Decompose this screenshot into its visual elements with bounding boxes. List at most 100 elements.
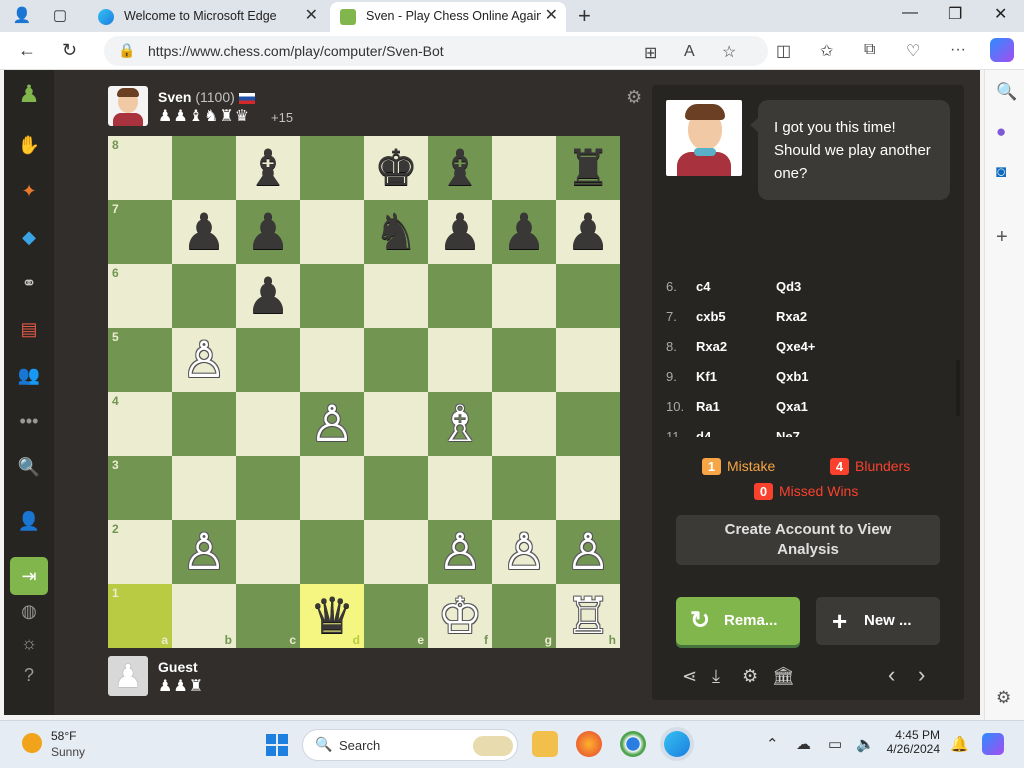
square-e7[interactable]: ♞ xyxy=(364,200,428,264)
social-icon[interactable]: 👥 xyxy=(16,362,42,388)
new-game-button[interactable]: + New ... xyxy=(816,597,940,645)
outlook-icon[interactable]: ◙ xyxy=(996,162,1006,182)
opponent-avatar[interactable] xyxy=(108,86,148,126)
apps-icon[interactable]: ⊞ xyxy=(644,43,657,63)
black-move[interactable]: Ne7 xyxy=(776,429,800,437)
collections-icon[interactable]: ⧉ xyxy=(864,41,875,59)
square-a4[interactable]: 4 xyxy=(108,392,172,456)
next-move-icon[interactable]: › xyxy=(918,662,925,688)
square-f3[interactable] xyxy=(428,456,492,520)
sign-up-icon[interactable]: 👤 xyxy=(16,508,42,534)
square-d4[interactable]: ♙ xyxy=(300,392,364,456)
tab-sven-chess[interactable]: Sven - Play Chess Online Against ✕ xyxy=(330,2,566,32)
file-explorer-icon[interactable] xyxy=(532,731,558,757)
white-piece[interactable]: ♔ xyxy=(428,584,492,648)
black-piece[interactable]: ♜ xyxy=(556,136,620,200)
black-piece[interactable]: ♟ xyxy=(172,200,236,264)
square-h1[interactable]: h ♖ xyxy=(556,584,620,648)
black-piece[interactable]: ♝ xyxy=(236,136,300,200)
white-move[interactable]: Ra1 xyxy=(696,399,720,414)
square-g3[interactable] xyxy=(492,456,556,520)
puzzles-icon[interactable]: ✦ xyxy=(16,178,42,204)
black-move[interactable]: Rxa2 xyxy=(776,309,807,324)
black-piece[interactable]: ♟ xyxy=(236,264,300,328)
more-options-icon[interactable]: ··· xyxy=(950,41,966,59)
refresh-icon[interactable]: ↻ xyxy=(62,40,77,61)
black-piece[interactable]: ♟ xyxy=(556,200,620,264)
white-piece[interactable]: ♙ xyxy=(172,328,236,392)
play-icon[interactable]: ✋ xyxy=(16,132,42,158)
back-arrow-icon[interactable]: ← xyxy=(18,40,36,61)
square-g5[interactable] xyxy=(492,328,556,392)
square-g4[interactable] xyxy=(492,392,556,456)
black-move[interactable]: Qxa1 xyxy=(776,399,808,414)
close-window-button[interactable]: ✕ xyxy=(994,4,1007,24)
square-f5[interactable] xyxy=(428,328,492,392)
address-bar[interactable]: 🔒 https://www.chess.com/play/computer/Sv… xyxy=(104,36,768,66)
share-icon[interactable]: ⋖ xyxy=(682,666,697,687)
url-text[interactable]: https://www.chess.com/play/computer/Sven… xyxy=(148,43,444,59)
favorites-icon[interactable]: ✩ xyxy=(820,41,833,61)
square-e1[interactable]: e xyxy=(364,584,428,648)
square-f7[interactable]: ♟ xyxy=(428,200,492,264)
black-move[interactable]: Qd3 xyxy=(776,279,801,294)
square-d5[interactable] xyxy=(300,328,364,392)
copilot-sidebar-icon[interactable]: ● xyxy=(996,122,1006,142)
settings-icon[interactable]: ⚙ xyxy=(742,666,758,687)
player-name[interactable]: Guest xyxy=(158,659,198,675)
square-h2[interactable]: ♙ xyxy=(556,520,620,584)
profile-icon[interactable]: 👤 xyxy=(12,6,32,26)
square-g6[interactable] xyxy=(492,264,556,328)
news-icon[interactable]: ▤ xyxy=(16,316,42,342)
square-a7[interactable]: 7 xyxy=(108,200,172,264)
square-b4[interactable] xyxy=(172,392,236,456)
white-move[interactable]: Rxa2 xyxy=(696,339,727,354)
white-move[interactable]: c4 xyxy=(696,279,710,294)
performance-icon[interactable]: ♡ xyxy=(906,41,920,61)
square-c5[interactable] xyxy=(236,328,300,392)
player-avatar[interactable]: ♟ xyxy=(108,656,148,696)
square-a5[interactable]: 5 xyxy=(108,328,172,392)
square-g1[interactable]: g xyxy=(492,584,556,648)
restore-button[interactable]: ❐ xyxy=(948,4,962,24)
show-hidden-icons[interactable]: ⌃ xyxy=(766,735,779,753)
help-icon[interactable]: ? xyxy=(16,662,42,688)
square-b2[interactable]: ♙ xyxy=(172,520,236,584)
white-piece[interactable]: ♙ xyxy=(172,520,236,584)
black-move[interactable]: Qxe4+ xyxy=(776,339,815,354)
firefox-icon[interactable] xyxy=(576,731,602,757)
square-a2[interactable]: 2 xyxy=(108,520,172,584)
square-d8[interactable] xyxy=(300,136,364,200)
square-e5[interactable] xyxy=(364,328,428,392)
black-piece[interactable]: ♞ xyxy=(364,200,428,264)
close-tab-icon[interactable]: ✕ xyxy=(540,2,558,30)
square-c4[interactable] xyxy=(236,392,300,456)
black-piece[interactable]: ♝ xyxy=(428,136,492,200)
black-piece[interactable]: ♟ xyxy=(236,200,300,264)
search-icon[interactable]: 🔍 xyxy=(996,82,1017,102)
move-list-scrollbar[interactable] xyxy=(956,360,960,416)
square-d6[interactable] xyxy=(300,264,364,328)
black-piece[interactable]: ♟ xyxy=(492,200,556,264)
square-d3[interactable] xyxy=(300,456,364,520)
square-d2[interactable] xyxy=(300,520,364,584)
chess-board[interactable]: 8 ♝ ♚ ♝ ♜ 7 ♟ ♟ ♞ ♟ ♟ ♟ 6 ♟ 5 ♙ 4 ♙ ♗ 3 2 ♙ ♙ ♙ ♙ 1 a b c d ♛ e f ♔ g h ♖ xyxy=(108,136,620,648)
white-move[interactable]: Kf1 xyxy=(696,369,717,384)
opponent-name-text[interactable]: Sven xyxy=(158,89,191,105)
square-c1[interactable]: c xyxy=(236,584,300,648)
square-e4[interactable] xyxy=(364,392,428,456)
download-icon[interactable]: ⤓ xyxy=(712,666,720,687)
square-c3[interactable] xyxy=(236,456,300,520)
white-piece[interactable]: ♙ xyxy=(300,392,364,456)
minimize-button[interactable]: — xyxy=(902,4,918,22)
tab-actions-icon[interactable]: ▢ xyxy=(50,6,70,26)
board-settings-icon[interactable]: ⚙ xyxy=(626,87,642,108)
square-f8[interactable]: ♝ xyxy=(428,136,492,200)
white-move[interactable]: cxb5 xyxy=(696,309,726,324)
square-f1[interactable]: f ♔ xyxy=(428,584,492,648)
black-move[interactable]: Qxb1 xyxy=(776,369,809,384)
copilot-icon[interactable] xyxy=(990,38,1014,62)
square-d7[interactable] xyxy=(300,200,364,264)
square-d1[interactable]: d ♛ xyxy=(300,584,364,648)
square-b8[interactable] xyxy=(172,136,236,200)
